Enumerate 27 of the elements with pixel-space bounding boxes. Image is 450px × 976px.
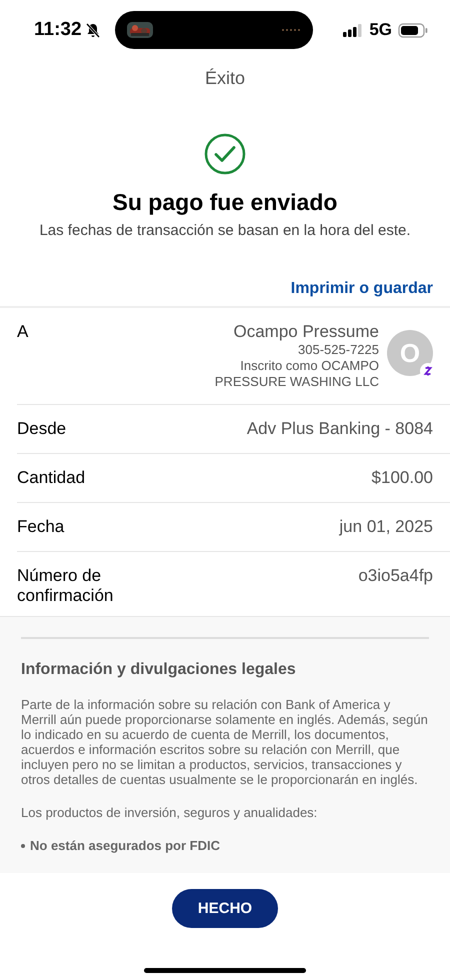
recipient-phone: 305-525-7225 (297, 342, 379, 358)
legal-heading: Información y divulgaciones legales (21, 661, 297, 679)
legal-bullet: No están asegurados por FDIC (30, 838, 220, 853)
detail-label: Cantidad (17, 468, 86, 488)
dots-icon (280, 28, 301, 32)
legal-paragraph: Los productos de inversión, seguros y anualidades: (21, 805, 318, 820)
detail-label: Número de confirmación (17, 566, 114, 606)
battery-icon (398, 22, 428, 38)
success-heading: Su pago fue enviado (112, 189, 338, 216)
detail-value: jun 01, 2025 (339, 517, 433, 537)
detail-label: Desde (17, 419, 68, 439)
network-label: 5G (369, 20, 392, 40)
clock-time: 11:32 (34, 19, 82, 41)
detail-label: A (17, 322, 30, 343)
signal-icon (343, 24, 364, 36)
bell-slash-icon (84, 22, 101, 38)
detail-value: $100.00 (372, 468, 433, 488)
recipient-name: Ocampo Pressume (234, 322, 379, 342)
page-title: Éxito (204, 68, 246, 89)
enrollment-note: Inscrito como OCAMPO PRESSURE WASHING LLC (214, 358, 379, 390)
print-link[interactable]: Imprimir o guardar (290, 280, 433, 298)
timezone-note: Las fechas de transacción se basan en la hora del este. (39, 222, 411, 239)
detail-value: o3io5a4fp (358, 566, 433, 587)
detail-value: Adv Plus Banking - 8084 (246, 419, 433, 439)
legal-paragraph: Parte de la información sobre su relación con Bank of America y Merrill aún puede proporcionarse solamente en inglés. Además, según lo indicado en su acuerdo de cuenta de Merrill, los documentos, acuerdos e información escritos sobre su relación con Merrill, que incluyen pero no se limitan a productos, servicios, transacciones y otros detalles de cuentas usualmente se le proporcionarán en inglés. (21, 697, 429, 787)
detail-label: Fecha (17, 517, 66, 537)
check-circle-icon (204, 133, 246, 175)
